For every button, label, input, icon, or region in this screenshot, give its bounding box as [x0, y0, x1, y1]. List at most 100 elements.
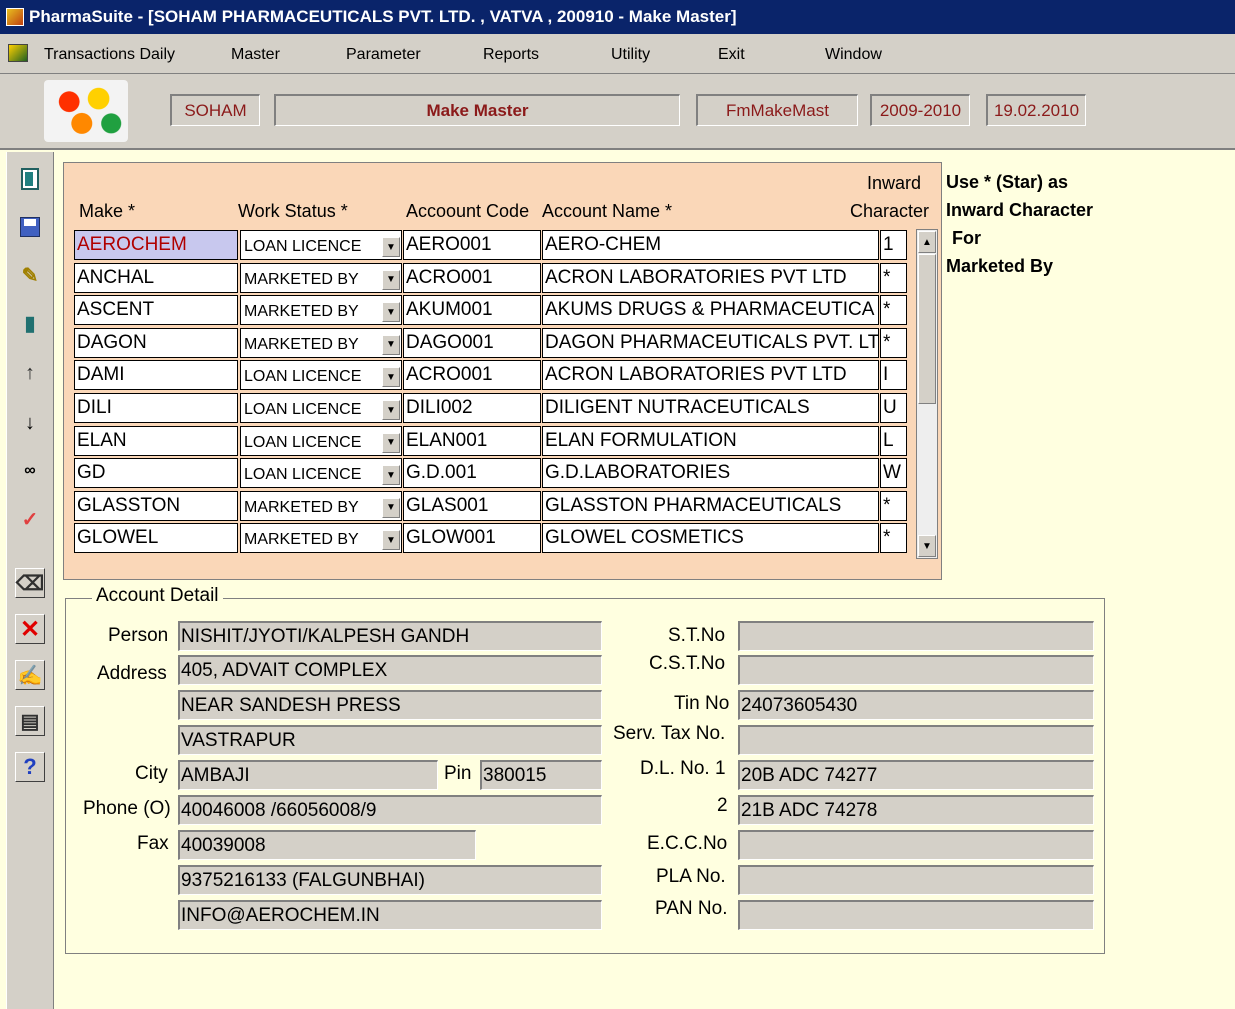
scroll-up-icon[interactable]: ▲: [918, 231, 936, 253]
arrow-down-icon[interactable]: ↓: [15, 408, 45, 438]
grid-cell-code[interactable]: ACRO001: [403, 360, 541, 391]
scroll-thumb[interactable]: [918, 254, 936, 404]
tin-no-field[interactable]: 24073605430: [738, 690, 1094, 720]
grid-cell-make[interactable]: GD: [74, 458, 238, 489]
dropdown-arrow-icon[interactable]: ▼: [382, 269, 400, 290]
pan-no-field[interactable]: [738, 900, 1094, 930]
grid-cell-code[interactable]: ACRO001: [403, 262, 541, 293]
binoculars-icon[interactable]: ∞: [15, 456, 45, 486]
dl-no-1-field[interactable]: 20B ADC 74277: [738, 760, 1094, 790]
dropdown-arrow-icon[interactable]: ▼: [382, 237, 400, 257]
grid-cell-make[interactable]: ELAN: [74, 425, 238, 456]
person-field[interactable]: NISHIT/JYOTI/KALPESH GANDH: [178, 621, 602, 651]
grid-cell-code[interactable]: GLAS001: [403, 490, 541, 521]
dropdown-arrow-icon[interactable]: ▼: [382, 334, 400, 355]
grid-cell-code[interactable]: DAGO001: [403, 327, 541, 358]
dl-no-2-field[interactable]: 21B ADC 74278: [738, 795, 1094, 825]
grid-cell-code[interactable]: ELAN001: [403, 425, 541, 456]
pen-icon[interactable]: ✍: [15, 660, 45, 690]
address-line-1-field[interactable]: 405, ADVAIT COMPLEX: [178, 655, 602, 685]
grid-cell-inward[interactable]: U: [880, 393, 907, 423]
grid-cell-inward[interactable]: *: [880, 327, 907, 358]
grid-cell-make[interactable]: DAMI: [74, 360, 238, 391]
dropdown-arrow-icon[interactable]: ▼: [382, 432, 400, 453]
menu-exit[interactable]: Exit: [718, 46, 745, 64]
dropdown-arrow-icon[interactable]: ▼: [382, 530, 400, 551]
fax-field[interactable]: 40039008: [178, 830, 476, 860]
grid-cell-status[interactable]: MARKETED BY ▼: [240, 490, 402, 521]
scroll-down-icon[interactable]: ▼: [918, 535, 936, 557]
grid-cell-make[interactable]: GLOWEL: [74, 523, 238, 554]
grid-cell-status[interactable]: MARKETED BY ▼: [240, 327, 402, 358]
grid-cell-inward[interactable]: L: [880, 425, 907, 456]
grid-cell-make[interactable]: ANCHAL: [74, 262, 238, 293]
grid-cell-name[interactable]: DAGON PHARMACEUTICALS PVT. LT: [542, 327, 879, 358]
grid-cell-make[interactable]: AEROCHEM: [74, 230, 238, 260]
grid-cell-inward[interactable]: *: [880, 262, 907, 293]
grid-cell-inward[interactable]: W: [880, 458, 907, 489]
grid-cell-status[interactable]: LOAN LICENCE ▼: [240, 425, 402, 456]
grid-cell-name[interactable]: AERO-CHEM: [542, 230, 879, 260]
exit-door-icon[interactable]: ▮: [15, 308, 45, 338]
grid-cell-name[interactable]: DILIGENT NUTRACEUTICALS: [542, 393, 879, 423]
grid-cell-name[interactable]: G.D.LABORATORIES: [542, 458, 879, 489]
check-icon[interactable]: ✓: [15, 504, 45, 534]
dropdown-arrow-icon[interactable]: ▼: [382, 497, 400, 518]
grid-cell-code[interactable]: DILI002: [403, 393, 541, 423]
grid-cell-make[interactable]: ASCENT: [74, 295, 238, 326]
grid-cell-status[interactable]: LOAN LICENCE ▼: [240, 393, 402, 423]
menu-transactions-daily[interactable]: Transactions Daily: [44, 46, 175, 64]
menu-master[interactable]: Master: [231, 46, 280, 64]
grid-cell-inward[interactable]: I: [880, 360, 907, 391]
grid-cell-status[interactable]: MARKETED BY ▼: [240, 523, 402, 554]
grid-cell-name[interactable]: ACRON LABORATORIES PVT LTD: [542, 360, 879, 391]
edit-icon[interactable]: ✎: [15, 260, 45, 290]
grid-cell-inward[interactable]: *: [880, 490, 907, 521]
grid-cell-make[interactable]: DAGON: [74, 327, 238, 358]
print-icon[interactable]: ▤: [15, 706, 45, 736]
grid-cell-name[interactable]: ELAN FORMULATION: [542, 425, 879, 456]
help-icon[interactable]: ?: [15, 752, 45, 782]
grid-cell-code[interactable]: AKUM001: [403, 295, 541, 326]
grid-cell-make[interactable]: GLASSTON: [74, 490, 238, 521]
arrow-up-icon[interactable]: ↑: [15, 358, 45, 388]
address-line-2-field[interactable]: NEAR SANDESH PRESS: [178, 690, 602, 720]
menu-window[interactable]: Window: [825, 46, 882, 64]
grid-scrollbar[interactable]: ▲ ▼: [916, 229, 938, 559]
mobile-field[interactable]: 9375216133 (FALGUNBHAI): [178, 865, 602, 895]
pin-field[interactable]: 380015: [480, 760, 602, 790]
grid-cell-name[interactable]: GLOWEL COSMETICS: [542, 523, 879, 554]
grid-cell-inward[interactable]: *: [880, 523, 907, 554]
phone-field[interactable]: 40046008 /66056008/9: [178, 795, 602, 825]
dropdown-arrow-icon[interactable]: ▼: [382, 302, 400, 323]
grid-cell-status[interactable]: MARKETED BY ▼: [240, 262, 402, 293]
city-field[interactable]: AMBAJI: [178, 760, 438, 790]
grid-cell-inward[interactable]: *: [880, 295, 907, 326]
grid-cell-status[interactable]: LOAN LICENCE ▼: [240, 360, 402, 391]
grid-cell-status[interactable]: MARKETED BY ▼: [240, 295, 402, 326]
grid-cell-inward[interactable]: 1: [880, 230, 907, 260]
menu-utility[interactable]: Utility: [611, 46, 650, 64]
grid-cell-status[interactable]: LOAN LICENCE ▼: [240, 230, 402, 260]
cst-no-field[interactable]: [738, 655, 1094, 685]
address-line-3-field[interactable]: VASTRAPUR: [178, 725, 602, 755]
grid-cell-code[interactable]: GLOW001: [403, 523, 541, 554]
grid-cell-make[interactable]: DILI: [74, 393, 238, 423]
email-field[interactable]: INFO@AEROCHEM.IN: [178, 900, 602, 930]
grid-cell-code[interactable]: AERO001: [403, 230, 541, 260]
grid-cell-name[interactable]: AKUMS DRUGS & PHARMACEUTICA: [542, 295, 879, 326]
serv-tax-field[interactable]: [738, 725, 1094, 755]
dropdown-arrow-icon[interactable]: ▼: [382, 465, 400, 486]
frame-icon[interactable]: [15, 164, 45, 194]
pla-no-field[interactable]: [738, 865, 1094, 895]
menu-parameter[interactable]: Parameter: [346, 46, 421, 64]
dropdown-arrow-icon[interactable]: ▼: [382, 367, 400, 388]
grid-cell-name[interactable]: GLASSTON PHARMACEUTICALS: [542, 490, 879, 521]
save-icon[interactable]: [15, 212, 45, 242]
menu-reports[interactable]: Reports: [483, 46, 539, 64]
mdi-child-icon[interactable]: [8, 44, 28, 62]
delete-icon[interactable]: ✕: [15, 614, 45, 644]
eraser-icon[interactable]: ⌫: [15, 568, 45, 598]
dropdown-arrow-icon[interactable]: ▼: [382, 400, 400, 420]
grid-cell-name[interactable]: ACRON LABORATORIES PVT LTD: [542, 262, 879, 293]
